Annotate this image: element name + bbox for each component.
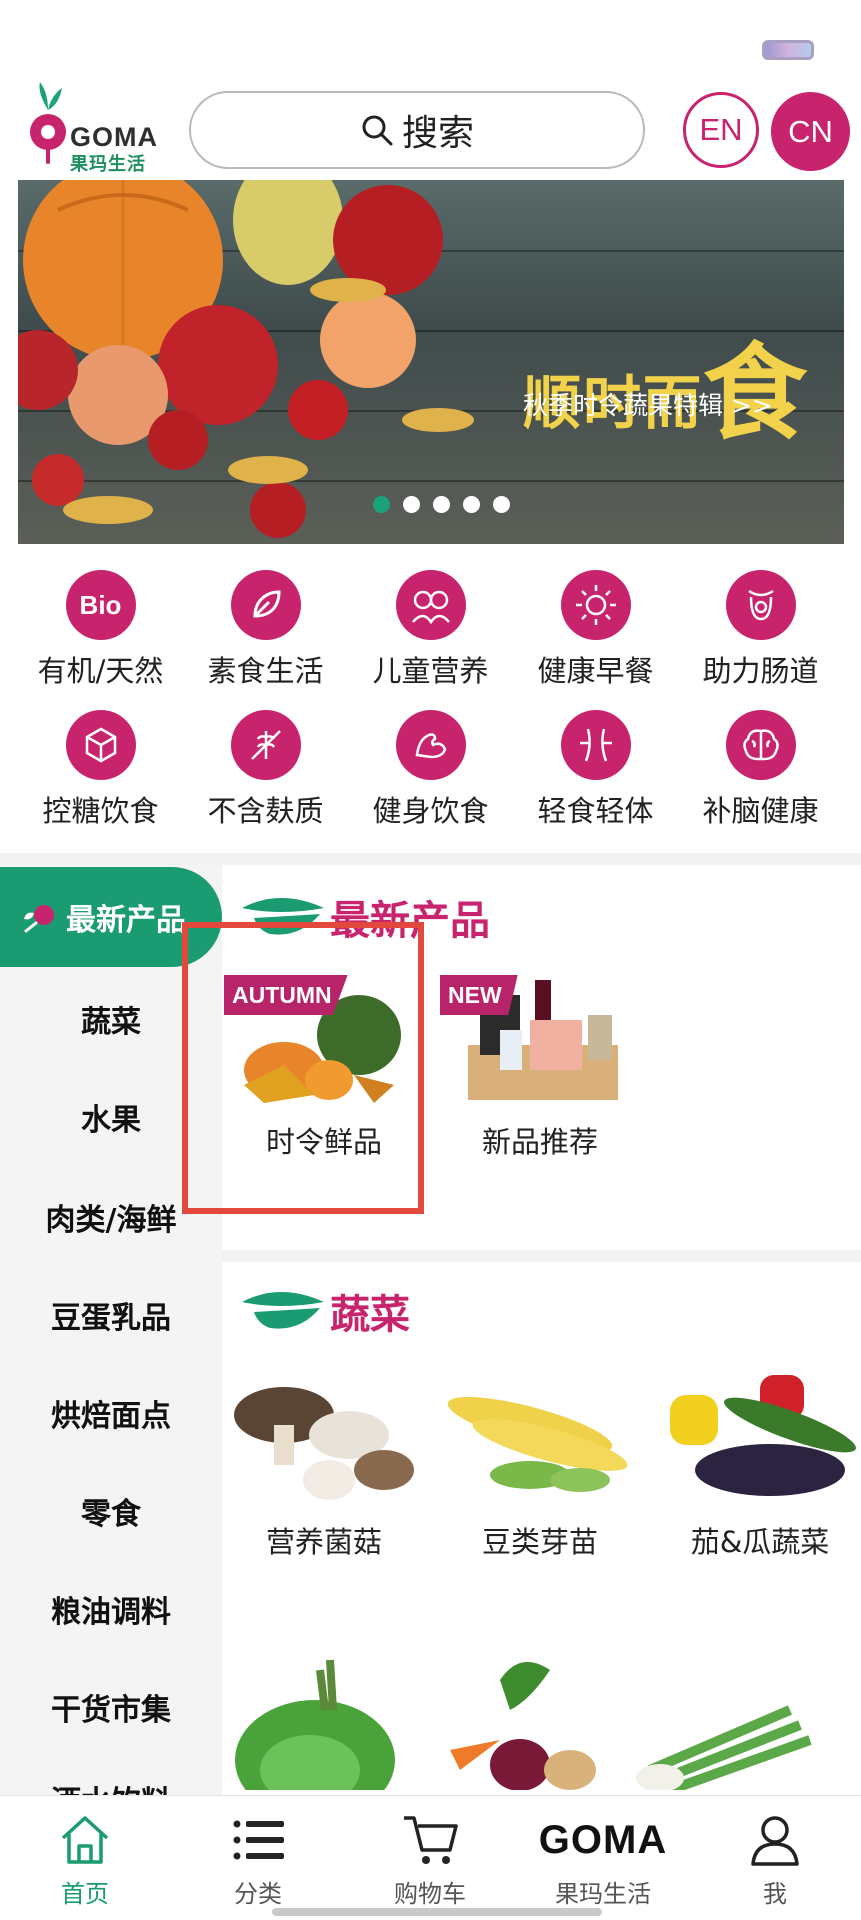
sidebar-item-drinks[interactable]: 酒水饮料: [0, 1777, 222, 1795]
product-tile-beans-sprouts[interactable]: 豆类芽苗: [440, 1375, 640, 1561]
category-low-sugar[interactable]: 控糖饮食: [18, 710, 183, 830]
search-icon: [362, 115, 393, 146]
category-fitness[interactable]: 健身饮食: [348, 710, 513, 830]
banner-title: 顺时而食: [523, 332, 810, 454]
vegetable-row-images: [235, 1659, 812, 1790]
language-en-button[interactable]: EN: [683, 92, 759, 168]
bio-icon: Bio: [65, 570, 136, 640]
carousel-dot[interactable]: [403, 496, 420, 513]
product-label: 茄&瓜蔬菜: [690, 1525, 830, 1559]
category-gluten-free[interactable]: 不含麸质: [183, 710, 348, 830]
tab-me[interactable]: 我: [715, 1812, 835, 1909]
cart-icon: [404, 1816, 458, 1864]
category-kids[interactable]: 儿童营养: [348, 570, 513, 690]
sun-icon: [560, 570, 631, 640]
highlight-box: [182, 922, 424, 1214]
new-tag: NEW: [440, 975, 518, 1015]
goma-logo[interactable]: GOMA 果玛生活: [28, 80, 158, 180]
carousel-dot[interactable]: [493, 496, 510, 513]
list-icon: [233, 1820, 284, 1860]
product-tile-mushrooms[interactable]: 营养菌菇: [224, 1375, 424, 1561]
person-icon: [751, 1816, 799, 1866]
category-vegan[interactable]: 素食生活: [183, 570, 348, 690]
tab-categories[interactable]: 分类: [198, 1812, 318, 1909]
sugar-cube-icon: [65, 710, 136, 780]
beet-logo-icon: [30, 82, 66, 164]
eggplant-squash-image: [660, 1375, 860, 1505]
category-light-meal[interactable]: 轻食轻体: [513, 710, 678, 830]
header: GOMA 果玛生活 搜索 EN CN: [0, 75, 861, 185]
carousel-dot[interactable]: [463, 496, 480, 513]
product-label: 营养菌菇: [265, 1525, 382, 1559]
home-indicator: [272, 1908, 602, 1916]
logo-subtitle: 果玛生活: [70, 154, 146, 175]
category-brain[interactable]: 补脑健康: [678, 710, 843, 830]
autumn-produce-image: [18, 180, 474, 538]
logo-text: GOMA: [70, 122, 158, 152]
sidebar-item-dry-goods[interactable]: 干货市集: [0, 1685, 222, 1729]
category-gut[interactable]: 助力肠道: [678, 570, 843, 690]
banner-subtitle: 秋季时令蔬果特辑 >>: [523, 391, 773, 420]
no-wheat-icon: [230, 710, 301, 780]
promo-banner[interactable]: 顺时而食 秋季时令蔬果特辑 >>: [18, 180, 844, 544]
brain-icon: [725, 710, 796, 780]
search-bar[interactable]: 搜索: [189, 91, 645, 169]
mushrooms-image: [224, 1375, 424, 1505]
beet-icon: [24, 905, 54, 933]
home-icon: [61, 1816, 109, 1864]
leaf-icon: [230, 570, 301, 640]
search-label: 搜索: [401, 113, 474, 154]
new-products-image: NEW: [440, 975, 640, 1105]
language-cn-button[interactable]: CN: [771, 92, 850, 171]
category-breakfast[interactable]: 健康早餐: [513, 570, 678, 690]
carousel-dot[interactable]: [433, 496, 450, 513]
category-organic[interactable]: Bio 有机/天然: [18, 570, 183, 690]
beans-sprouts-image: [440, 1375, 640, 1505]
product-label: 新品推荐: [481, 1125, 598, 1159]
battery-indicator: [762, 40, 814, 60]
goma-wordmark: GOMA: [538, 1818, 668, 1862]
section-header-vegetables: 蔬菜: [240, 1282, 410, 1340]
tab-goma-life[interactable]: GOMA 果玛生活: [528, 1812, 678, 1909]
section-divider: [222, 1250, 861, 1262]
sidebar-item-snacks[interactable]: 零食: [0, 1489, 222, 1533]
tab-home[interactable]: 首页: [25, 1812, 145, 1909]
tab-cart[interactable]: 购物车: [370, 1812, 490, 1909]
sidebar-item-dairy[interactable]: 豆蛋乳品: [0, 1293, 222, 1337]
leaf-banner-icon: [242, 1292, 324, 1329]
carousel-dot[interactable]: [373, 496, 390, 513]
sidebar-item-bakery[interactable]: 烘焙面点: [0, 1391, 222, 1435]
children-icon: [395, 570, 466, 640]
waist-icon: [560, 710, 631, 780]
section-divider: [0, 853, 861, 865]
section-title-vegetables: 蔬菜: [330, 1292, 410, 1338]
product-tile-eggplant-squash[interactable]: 茄&瓜蔬菜: [660, 1375, 860, 1561]
carousel-dots: [373, 496, 510, 513]
product-label: 豆类芽苗: [481, 1525, 598, 1559]
muscle-icon: [395, 710, 466, 780]
bottom-tab-bar: 首页 分类 购物车 GOMA 果玛生活 我: [0, 1795, 861, 1920]
sidebar-item-grain-oil[interactable]: 粮油调料: [0, 1587, 222, 1631]
gut-icon: [725, 570, 796, 640]
product-tile-new[interactable]: NEW 新品推荐: [440, 975, 640, 1161]
